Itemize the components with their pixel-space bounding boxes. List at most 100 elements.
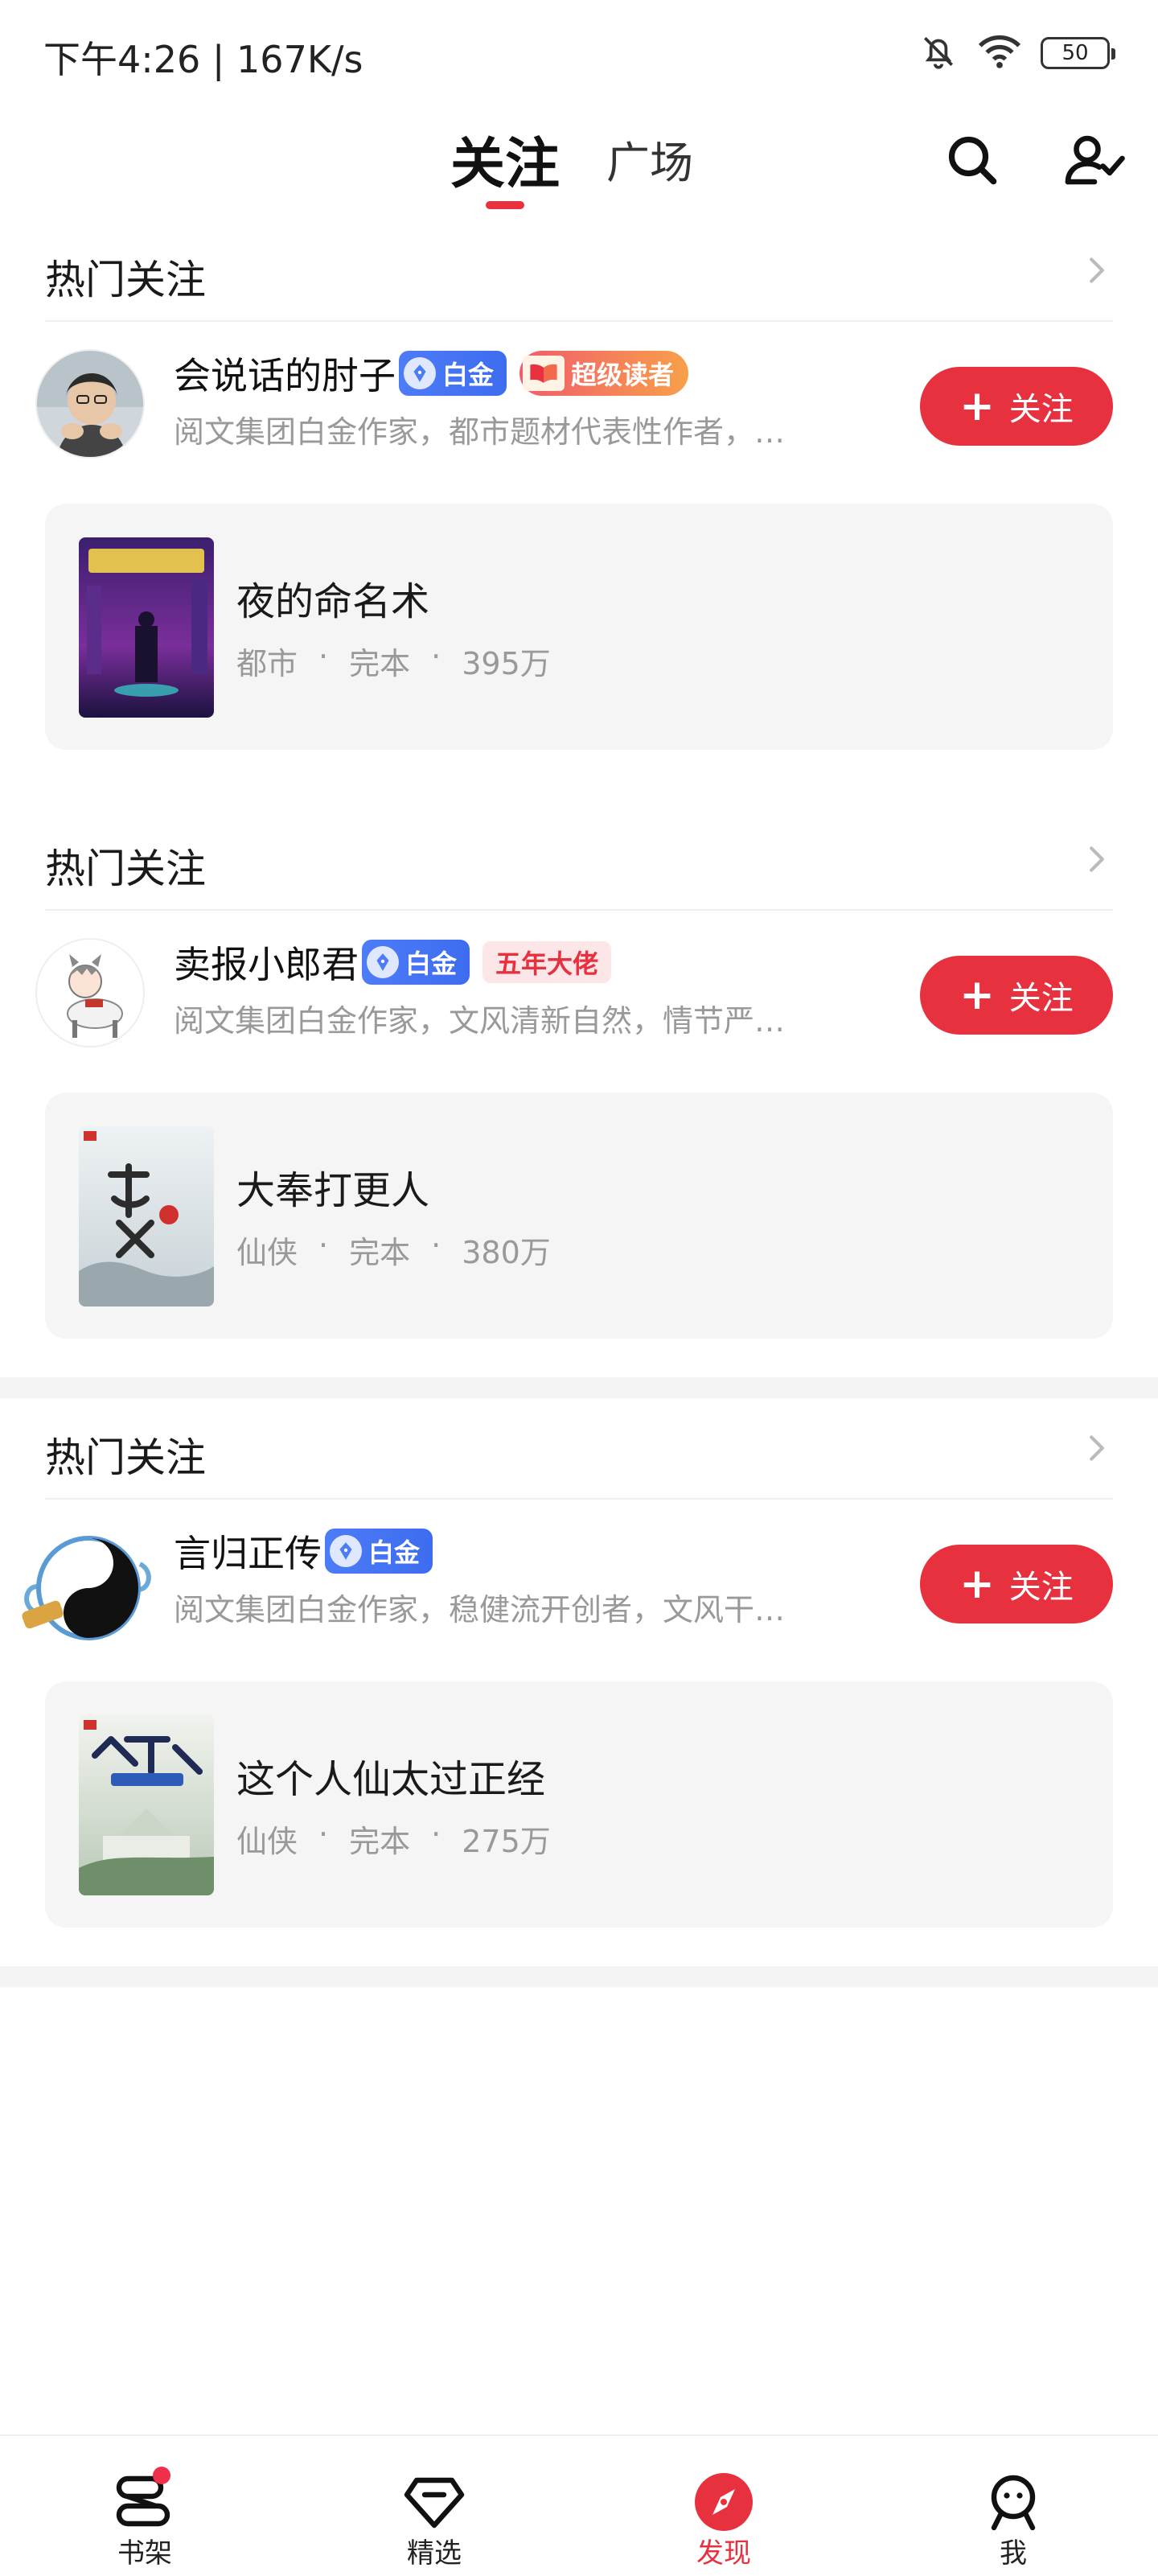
author-row[interactable]: 卖报小郎君 白金 五年大佬 阅文集团白金作家，文风清新自然，情节严… + 关注 bbox=[0, 927, 1158, 1064]
author-name[interactable]: 卖报小郎君 bbox=[174, 936, 359, 989]
bottom-nav-label: 发现 bbox=[696, 2537, 751, 2570]
platinum-badge: 白金 bbox=[325, 1529, 433, 1574]
open-book-icon bbox=[523, 356, 565, 391]
battery-icon: 50 bbox=[1041, 37, 1115, 69]
bottom-nav: 书架 精选 发现 我 bbox=[0, 2434, 1158, 2576]
section-divider bbox=[0, 1377, 1158, 1398]
chevron-right-icon[interactable] bbox=[1081, 843, 1113, 875]
tab-active-indicator bbox=[486, 201, 524, 209]
meta-separator: · bbox=[431, 1817, 441, 1852]
author-name-line: 言归正传 白金 bbox=[174, 1525, 433, 1577]
author-name-line: 卖报小郎君 白金 五年大佬 bbox=[174, 936, 612, 989]
book-genre: 都市 bbox=[236, 646, 298, 681]
book-title: 大奉打更人 bbox=[236, 1168, 430, 1213]
book-genre: 仙侠 bbox=[236, 1235, 298, 1270]
hot-follow-section-3: 热门关注 言归正传 白金 阅文集团白金作家，稳健流开创者，文风干… + 关注 这 bbox=[0, 1403, 1158, 1966]
author-description: 阅文集团白金作家，都市题材代表性作者，… bbox=[174, 414, 786, 450]
compass-icon bbox=[692, 2470, 756, 2534]
book-title: 夜的命名术 bbox=[236, 579, 430, 624]
author-name[interactable]: 会说话的肘子 bbox=[174, 347, 396, 400]
avatar[interactable] bbox=[11, 1516, 164, 1660]
book-card[interactable]: 夜的命名术 都市 · 完本 · 395万 bbox=[45, 504, 1113, 750]
notification-dot bbox=[153, 2467, 170, 2484]
platinum-badge-label: 白金 bbox=[368, 1537, 421, 1568]
chevron-right-icon[interactable] bbox=[1081, 1432, 1113, 1464]
battery-level: 50 bbox=[1062, 41, 1089, 65]
book-genre: 仙侠 bbox=[236, 1824, 298, 1859]
status-bar: 下午4:26 | 167K/s 50 bbox=[0, 0, 1158, 105]
book-card[interactable]: 大奉打更人 仙侠 · 完本 · 380万 bbox=[45, 1093, 1113, 1339]
avatar[interactable] bbox=[35, 938, 145, 1047]
section-title: 热门关注 bbox=[45, 257, 206, 303]
book-card[interactable]: 这个人仙太过正经 仙侠 · 完本 · 275万 bbox=[45, 1681, 1113, 1928]
user-check-icon bbox=[1063, 131, 1126, 192]
section-header[interactable]: 热门关注 bbox=[45, 1403, 1113, 1500]
bottom-nav-me[interactable]: 我 bbox=[941, 2452, 1086, 2573]
bottom-nav-label: 我 bbox=[1000, 2537, 1027, 2570]
meta-separator: · bbox=[318, 1228, 329, 1263]
book-status: 完本 bbox=[349, 1235, 411, 1270]
author-row[interactable]: 言归正传 白金 阅文集团白金作家，稳健流开创者，文风干… + 关注 bbox=[0, 1516, 1158, 1652]
platinum-badge-label: 白金 bbox=[405, 949, 458, 979]
follow-button[interactable]: + 关注 bbox=[920, 367, 1113, 446]
status-time: 下午4:26 | 167K/s bbox=[43, 38, 363, 81]
author-name-line: 会说话的肘子 白金 超级读者 bbox=[174, 347, 689, 400]
book-meta: 仙侠 · 完本 · 380万 bbox=[236, 1228, 551, 1272]
wifi-icon bbox=[976, 31, 1023, 75]
follow-button-label: 关注 bbox=[1008, 980, 1074, 1017]
section-header[interactable]: 热门关注 bbox=[45, 814, 1113, 911]
super-reader-badge-label: 超级读者 bbox=[571, 360, 675, 390]
book-word-count: 395万 bbox=[462, 646, 551, 681]
platinum-badge-label: 白金 bbox=[442, 360, 495, 390]
book-meta: 都市 · 完本 · 395万 bbox=[236, 639, 551, 683]
search-button[interactable] bbox=[936, 126, 1008, 198]
bottom-nav-bookshelf[interactable]: 书架 bbox=[72, 2452, 217, 2573]
book-cover[interactable] bbox=[79, 1715, 214, 1895]
bottom-nav-label: 精选 bbox=[407, 2537, 462, 2570]
author-description: 阅文集团白金作家，稳健流开创者，文风干… bbox=[174, 1592, 786, 1627]
search-icon bbox=[943, 131, 1001, 192]
book-word-count: 380万 bbox=[462, 1235, 551, 1270]
plus-icon: + bbox=[959, 971, 995, 1019]
five-year-veteran-badge: 五年大佬 bbox=[482, 941, 612, 983]
plus-icon: + bbox=[959, 382, 995, 430]
book-meta: 仙侠 · 完本 · 275万 bbox=[236, 1817, 551, 1861]
section-divider bbox=[0, 1966, 1158, 1987]
follow-button-label: 关注 bbox=[1008, 1569, 1074, 1606]
author-description: 阅文集团白金作家，文风清新自然，情节严… bbox=[174, 1003, 786, 1039]
book-status: 完本 bbox=[349, 1824, 411, 1859]
bottom-nav-discover[interactable]: 发现 bbox=[651, 2452, 796, 2573]
bottom-nav-featured[interactable]: 精选 bbox=[362, 2452, 507, 2573]
hot-follow-section-1: 热门关注 会说话的肘子 白金 超级读者 阅文集团白金作家，都市题材代表性作者，…… bbox=[0, 225, 1158, 788]
platinum-badge: 白金 bbox=[362, 940, 470, 985]
top-nav: 关注 广场 bbox=[0, 105, 1158, 217]
author-row[interactable]: 会说话的肘子 白金 超级读者 阅文集团白金作家，都市题材代表性作者，… + 关注 bbox=[0, 338, 1158, 475]
section-title: 热门关注 bbox=[45, 1434, 206, 1481]
meta-separator: · bbox=[318, 639, 329, 674]
section-title: 热门关注 bbox=[45, 846, 206, 892]
chevron-right-icon[interactable] bbox=[1081, 254, 1113, 286]
mute-bell-icon bbox=[918, 31, 959, 75]
follow-button[interactable]: + 关注 bbox=[920, 956, 1113, 1035]
follow-button[interactable]: + 关注 bbox=[920, 1545, 1113, 1623]
plus-icon: + bbox=[959, 1560, 995, 1608]
platinum-badge: 白金 bbox=[399, 351, 507, 396]
book-cover[interactable] bbox=[79, 537, 214, 718]
pen-nib-icon bbox=[330, 1535, 362, 1567]
tab-follow[interactable]: 关注 bbox=[450, 122, 560, 196]
book-cover[interactable] bbox=[79, 1126, 214, 1307]
meta-separator: · bbox=[318, 1817, 329, 1852]
bottom-nav-label: 书架 bbox=[117, 2537, 172, 2570]
meta-separator: · bbox=[431, 1228, 441, 1263]
avatar[interactable] bbox=[35, 349, 145, 459]
author-name[interactable]: 言归正传 bbox=[174, 1525, 322, 1578]
book-status: 完本 bbox=[349, 646, 411, 681]
section-header[interactable]: 热门关注 bbox=[45, 225, 1113, 322]
book-title: 这个人仙太过正经 bbox=[236, 1757, 546, 1802]
book-word-count: 275万 bbox=[462, 1824, 551, 1859]
user-follow-button[interactable] bbox=[1058, 126, 1131, 198]
tab-plaza[interactable]: 广场 bbox=[606, 122, 693, 195]
follow-button-label: 关注 bbox=[1008, 391, 1074, 428]
hot-follow-section-2: 热门关注 卖报小郎君 白金 五年大佬 阅文集团白金作家，文风清新自然，情节严… … bbox=[0, 814, 1158, 1377]
meta-separator: · bbox=[431, 639, 441, 674]
